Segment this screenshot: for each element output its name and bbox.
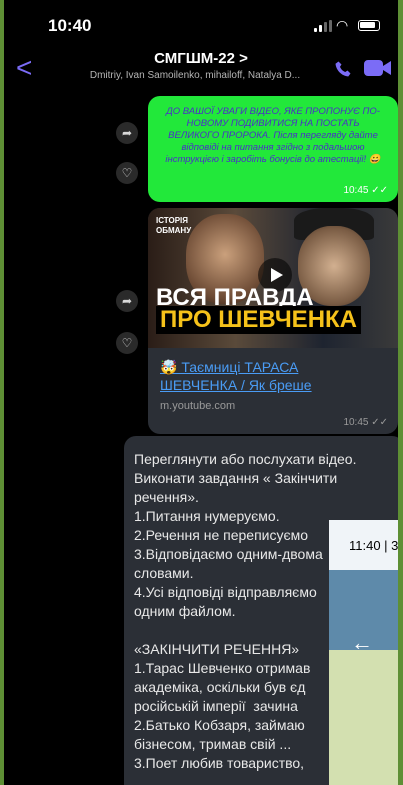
message-bubble[interactable]: ДО ВАШОЇ УВАГИ ВІДЕО, ЯКЕ ПРОПОНУЄ ПО-НО… (148, 96, 398, 202)
forward-icon[interactable]: ➦ (116, 122, 138, 144)
signal-icon (314, 20, 332, 32)
back-arrow-icon: ← (351, 630, 373, 655)
chat-members[interactable]: Dmitriy, Ivan Samoilenko, mihailoff, Nat… (70, 70, 320, 81)
phone-icon[interactable] (334, 60, 352, 78)
link-title[interactable]: 🤯 Таємниці ТАРАСА ШЕВЧЕНКА / Як бреше (160, 358, 360, 394)
overlay-status-bar: 11:40 | 3 (329, 520, 399, 570)
status-bar: 10:40 ◠ (4, 0, 398, 52)
link-domain: m.youtube.com (160, 400, 236, 412)
thumbnail-subtitle: ПРО ШЕВЧЕНКА (156, 306, 362, 334)
message-time: 10:45 ✓✓ (343, 185, 388, 196)
battery-icon (358, 20, 380, 31)
link-preview-bubble[interactable]: ІСТОРІЯ ОБМАНУ ВСЯ ПРАВДА ПРО ШЕВЧЕНКА 🤯… (148, 208, 398, 434)
message-time: 10:45 ✓✓ (343, 417, 388, 428)
forward-icon[interactable]: ➦ (116, 290, 138, 312)
heart-icon[interactable]: ♡ (116, 162, 138, 184)
overlay-header: ← (329, 570, 398, 655)
video-thumbnail[interactable]: ІСТОРІЯ ОБМАНУ ВСЯ ПРАВДА ПРО ШЕВЧЕНКА (148, 208, 398, 348)
status-time: 10:40 (48, 16, 92, 35)
overlay-screenshot: 11:40 | 3 ← (329, 520, 399, 785)
video-call-icon[interactable] (364, 59, 392, 77)
overlay-time: 11:40 | 3 (349, 538, 399, 553)
message-text: ДО ВАШОЇ УВАГИ ВІДЕО, ЯКЕ ПРОПОНУЄ ПО-НО… (165, 106, 381, 165)
chat-header: < СМГШМ-22 > Dmitriy, Ivan Samoilenko, m… (4, 48, 398, 90)
chat-screen: 10:40 ◠ < СМГШМ-22 > Dmitriy, Ivan Samoi… (0, 0, 403, 785)
thumbnail-tag: ІСТОРІЯ ОБМАНУ (156, 216, 192, 235)
heart-icon[interactable]: ♡ (116, 332, 138, 354)
wifi-icon: ◠ (336, 17, 349, 33)
